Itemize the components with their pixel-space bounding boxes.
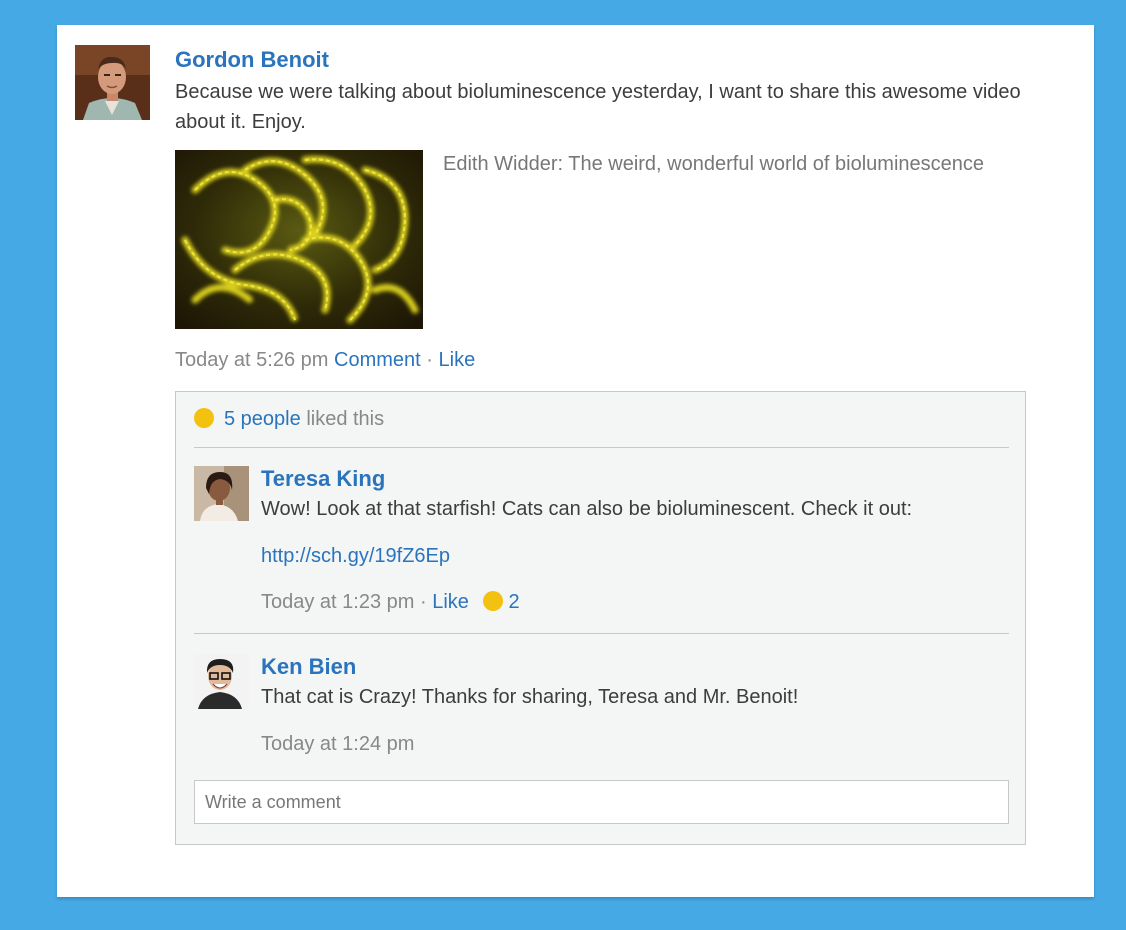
likes-suffix: liked this (306, 408, 385, 430)
comment-author[interactable]: Ken Bien (261, 654, 1006, 680)
comment-text: That cat is Crazy! Thanks for sharing, T… (261, 686, 799, 708)
post-body: Gordon Benoit Because we were talking ab… (175, 47, 1075, 373)
comment-avatar-teresa[interactable] (194, 466, 249, 521)
comment-author[interactable]: Teresa King (261, 466, 1006, 492)
comment-timestamp: Today at 1:23 pm (261, 591, 415, 613)
likes-summary: 5 people liked this (194, 406, 384, 432)
like-link[interactable]: Like (439, 349, 476, 371)
comment-text: Wow! Look at that starfish! Cats can als… (261, 498, 913, 520)
comment-meta: Today at 1:23 pm · Like 2 (261, 589, 1006, 615)
comment-item: Ken Bien That cat is Crazy! Thanks for s… (194, 654, 1009, 764)
author-photo (75, 45, 150, 120)
post-card: Gordon Benoit Because we were talking ab… (57, 25, 1094, 897)
comments-panel: 5 people liked this Teresa King Wow! Loo… (175, 391, 1026, 845)
like-dot-icon (194, 408, 214, 428)
comment-like-link[interactable]: Like (432, 591, 469, 613)
bioluminescence-image (175, 150, 423, 329)
likes-count-link[interactable]: 5 people (224, 408, 301, 430)
like-dot-icon (482, 591, 503, 611)
comment-like-count[interactable]: 2 (509, 591, 520, 613)
comment-content: Teresa King Wow! Look at that starfish! … (261, 466, 1006, 615)
comment-content: Ken Bien That cat is Crazy! Thanks for s… (261, 654, 1006, 757)
teresa-photo (194, 466, 249, 521)
video-thumbnail[interactable] (175, 150, 423, 329)
comment-item: Teresa King Wow! Look at that starfish! … (194, 466, 1009, 626)
shared-url-link[interactable]: http://sch.gy/19fZ6Ep (261, 543, 1006, 569)
divider (194, 633, 1009, 634)
comment-link[interactable]: Comment (334, 349, 421, 371)
post-author-name[interactable]: Gordon Benoit (175, 47, 1075, 73)
ken-photo (194, 654, 249, 709)
author-avatar[interactable] (75, 45, 150, 120)
divider (194, 447, 1009, 448)
write-comment-input[interactable] (194, 780, 1009, 824)
video-title[interactable]: Edith Widder: The weird, wonderful world… (443, 152, 984, 176)
comment-avatar-ken[interactable] (194, 654, 249, 709)
video-attachment: Edith Widder: The weird, wonderful world… (175, 150, 1075, 330)
post-timestamp: Today at 5:26 pm (175, 349, 329, 371)
meta-separator: · (420, 591, 427, 613)
meta-separator: · (426, 349, 433, 371)
comment-timestamp: Today at 1:24 pm (261, 733, 415, 755)
comment-meta: Today at 1:24 pm (261, 731, 1006, 757)
post-meta: Today at 5:26 pm Comment · Like (175, 347, 1075, 373)
post-text: Because we were talking about biolumines… (175, 81, 1021, 133)
